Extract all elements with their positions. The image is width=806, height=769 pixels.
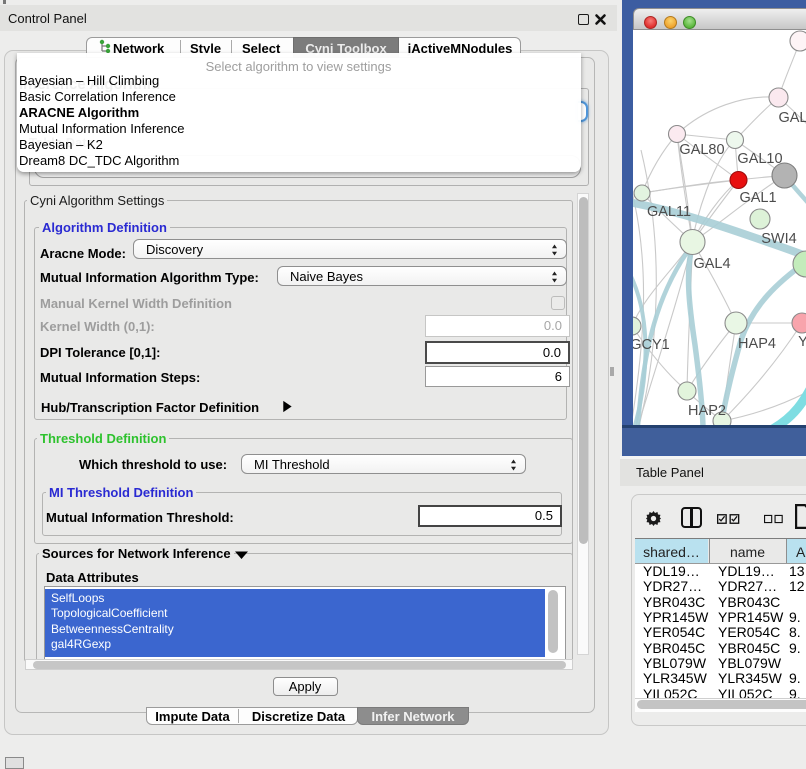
svg-text:GCY1: GCY1 — [633, 337, 670, 353]
svg-text:GAL1: GAL1 — [739, 190, 776, 206]
svg-text:GAL4: GAL4 — [693, 256, 730, 272]
svg-text:GAL80: GAL80 — [679, 142, 724, 158]
svg-text:GAL: GAL — [778, 110, 806, 126]
svg-text:GAL11: GAL11 — [647, 204, 691, 220]
svg-text:GAL10: GAL10 — [737, 151, 782, 167]
svg-text:SWI4: SWI4 — [761, 231, 796, 247]
svg-text:HAP4: HAP4 — [738, 336, 776, 352]
svg-text:Y: Y — [798, 334, 806, 350]
svg-text:HAP2: HAP2 — [688, 403, 726, 419]
